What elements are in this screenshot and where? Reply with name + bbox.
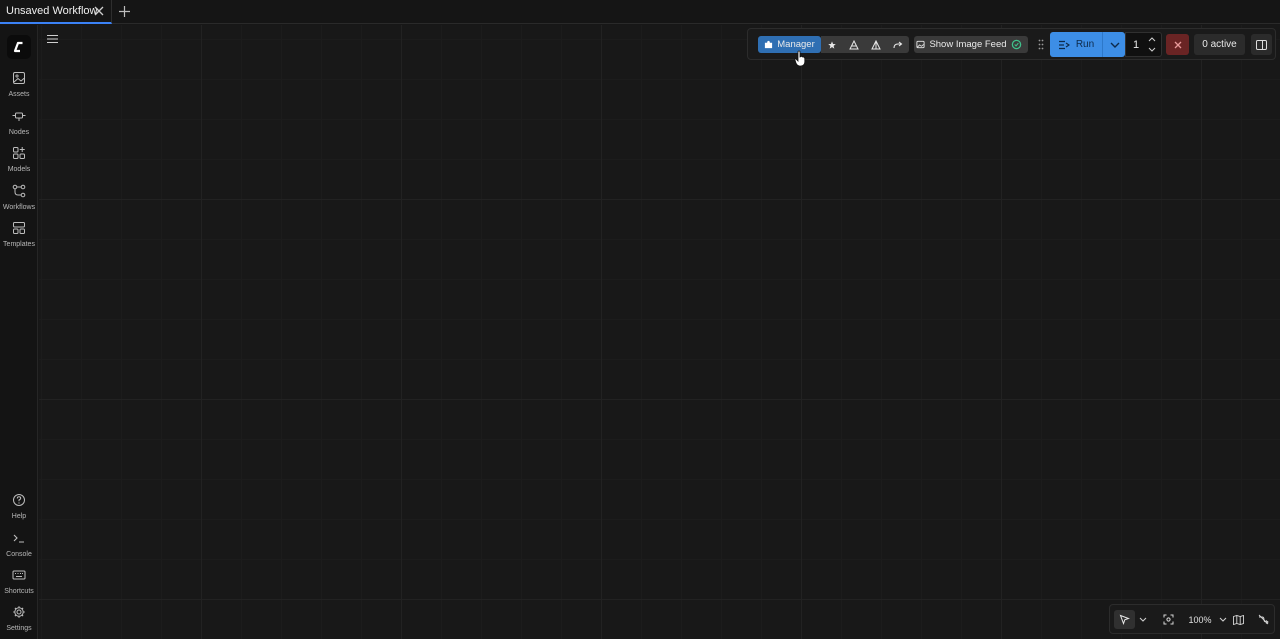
sidebar-item-workflows[interactable]: Workflows bbox=[0, 182, 38, 216]
hide-links-icon bbox=[1258, 614, 1269, 625]
run-button[interactable]: Run bbox=[1050, 32, 1102, 57]
drag-handle-icon[interactable] bbox=[1038, 39, 1044, 50]
app-logo[interactable] bbox=[7, 35, 31, 59]
sidebar-item-label: Shortcuts bbox=[4, 588, 34, 595]
chevron-down-icon bbox=[1139, 617, 1147, 622]
zoom-level-button[interactable]: 100% bbox=[1181, 610, 1219, 629]
sidebar-item-models[interactable]: Models bbox=[0, 144, 38, 178]
sidebar-item-label: Help bbox=[11, 513, 27, 520]
image-feed-label: Show Image Feed bbox=[929, 39, 1007, 50]
quick-action-group bbox=[821, 36, 909, 53]
tab-title: Unsaved Workflow bbox=[6, 5, 98, 17]
share-button[interactable] bbox=[887, 36, 909, 53]
unload-icon bbox=[849, 39, 859, 49]
queue-icon bbox=[1058, 40, 1070, 49]
manager-label: Manager bbox=[777, 39, 815, 50]
panel-right-icon bbox=[1256, 39, 1267, 50]
templates-icon bbox=[13, 222, 25, 234]
sidebar-item-label: Assets bbox=[8, 91, 30, 98]
close-icon[interactable] bbox=[93, 5, 105, 17]
sidebar-item-label: Models bbox=[7, 166, 31, 173]
canvas-view-controls: 100% bbox=[1109, 604, 1275, 634]
add-tab-icon[interactable] bbox=[118, 5, 131, 18]
share-arrow-icon bbox=[893, 41, 903, 48]
show-image-feed-button[interactable]: Show Image Feed bbox=[914, 36, 1028, 53]
free-memory-button[interactable] bbox=[865, 36, 887, 53]
toggle-panel-button[interactable] bbox=[1251, 34, 1272, 55]
batch-count-value: 1 bbox=[1133, 39, 1140, 51]
hamburger-menu-icon[interactable] bbox=[47, 34, 58, 44]
sidebar-item-nodes[interactable]: Nodes bbox=[0, 107, 38, 141]
pointer-icon bbox=[1119, 614, 1130, 625]
action-bar: Manager Show Image Feed Run 1 0 active bbox=[747, 28, 1276, 60]
status-indicator-icon bbox=[1011, 39, 1021, 50]
tab-bar: Unsaved Workflow bbox=[0, 0, 1280, 24]
sidebar-item-shortcuts[interactable]: Shortcuts bbox=[0, 566, 38, 600]
sidebar-item-label: Settings bbox=[6, 625, 32, 632]
focus-icon bbox=[1163, 614, 1173, 625]
chevron-down-icon bbox=[1110, 42, 1119, 48]
sidebar-item-label: Workflows bbox=[2, 204, 36, 211]
minimap-toggle-button[interactable] bbox=[1229, 610, 1247, 629]
batch-count-input[interactable]: 1 bbox=[1125, 32, 1162, 57]
hand-cursor-icon bbox=[794, 50, 806, 67]
chevron-down-icon bbox=[1219, 617, 1227, 622]
workflow-icon bbox=[12, 184, 26, 198]
sidebar-item-settings[interactable]: Settings bbox=[0, 603, 38, 637]
terminal-icon bbox=[13, 534, 24, 543]
image-feed-icon bbox=[916, 40, 925, 49]
unload-models-button[interactable] bbox=[843, 36, 865, 53]
select-mode-dropdown[interactable] bbox=[1137, 610, 1149, 629]
interrupt-button[interactable] bbox=[1166, 34, 1189, 55]
active-count-label: 0 active bbox=[1202, 39, 1237, 50]
chevron-down-icon[interactable] bbox=[1148, 46, 1156, 53]
zoom-level-label: 100% bbox=[1188, 614, 1212, 625]
keyboard-icon bbox=[12, 570, 26, 580]
sidebar-item-label: Templates bbox=[3, 241, 35, 248]
chevron-up-icon[interactable] bbox=[1148, 36, 1156, 43]
sidebar-item-label: Nodes bbox=[8, 129, 30, 136]
manager-button[interactable]: Manager bbox=[758, 36, 821, 53]
sidebar-item-templates[interactable]: Templates bbox=[0, 219, 38, 253]
fit-view-button[interactable] bbox=[1159, 610, 1177, 629]
star-button[interactable] bbox=[821, 36, 843, 53]
run-label: Run bbox=[1075, 39, 1095, 50]
models-icon bbox=[13, 147, 25, 159]
sidebar: Assets Nodes Models Workflows Templates … bbox=[0, 25, 38, 639]
active-queue-button[interactable]: 0 active bbox=[1194, 34, 1245, 55]
node-icon bbox=[12, 112, 26, 121]
run-mode-dropdown[interactable] bbox=[1102, 32, 1126, 57]
comfy-logo-icon bbox=[13, 41, 23, 53]
sidebar-item-label: Console bbox=[6, 551, 32, 558]
link-visibility-button[interactable] bbox=[1254, 610, 1272, 629]
sidebar-item-assets[interactable]: Assets bbox=[0, 69, 38, 103]
gear-icon bbox=[13, 606, 25, 618]
star-icon bbox=[828, 40, 836, 49]
map-icon bbox=[1232, 614, 1244, 625]
tab-unsaved-workflow[interactable]: Unsaved Workflow bbox=[0, 0, 112, 24]
select-mode-button[interactable] bbox=[1114, 610, 1135, 629]
image-icon bbox=[13, 72, 25, 84]
zoom-dropdown[interactable] bbox=[1218, 610, 1228, 629]
close-icon bbox=[1174, 41, 1181, 48]
sidebar-item-help[interactable]: Help bbox=[0, 491, 38, 525]
run-button-group: Run bbox=[1050, 32, 1125, 57]
free-memory-icon bbox=[871, 39, 881, 49]
graph-canvas[interactable] bbox=[39, 25, 1280, 639]
puzzle-icon bbox=[765, 40, 773, 49]
sidebar-item-console[interactable]: Console bbox=[0, 529, 38, 563]
help-icon bbox=[13, 494, 25, 506]
